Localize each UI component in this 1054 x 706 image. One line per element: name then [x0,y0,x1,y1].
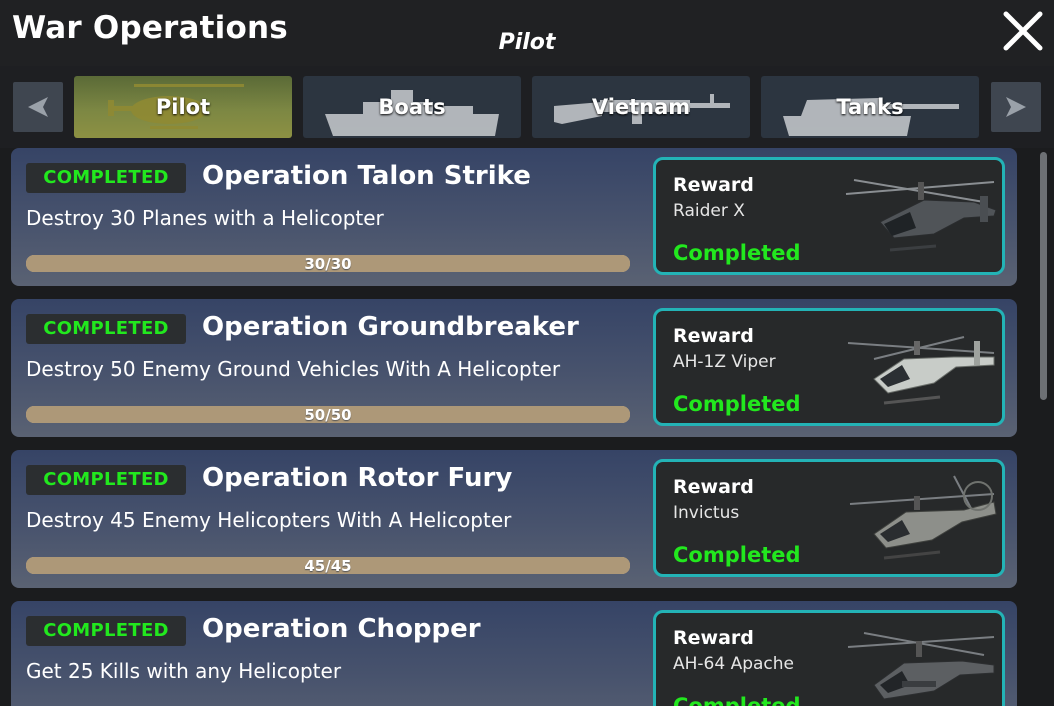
reward-box[interactable]: Reward Raider X Completed [653,157,1005,275]
operation-card: COMPLETED Operation Rotor Fury Destroy 4… [11,450,1017,588]
status-badge: COMPLETED [26,465,186,495]
tab-vietnam[interactable]: Vietnam [532,76,750,138]
reward-name: Invictus [673,503,740,523]
progress-bar: 45/45 [26,557,630,574]
helicopter-icon [847,632,995,700]
reward-label: Reward [673,476,754,498]
reward-status: Completed [673,241,801,265]
tab-tanks[interactable]: Tanks [761,76,979,138]
tab-label: Vietnam [591,95,691,119]
tabs-next-button[interactable] [991,82,1041,132]
tab-pilot[interactable]: Pilot [74,76,292,138]
operation-card: COMPLETED Operation Talon Strike Destroy… [11,148,1017,286]
operation-description: Destroy 30 Planes with a Helicopter [26,206,384,230]
helicopter-icon [847,336,995,405]
arrow-left-icon [28,97,48,117]
operation-title: Operation Rotor Fury [202,463,513,493]
reward-status: Completed [673,392,801,416]
reward-box[interactable]: Reward Invictus Completed [653,459,1005,577]
reward-box[interactable]: Reward AH-64 Apache Completed [653,610,1005,706]
close-icon [1003,11,1043,51]
tab-label: Boats [378,95,446,119]
operations-list[interactable]: COMPLETED Operation Talon Strike Destroy… [0,148,1030,706]
operation-description: Destroy 45 Enemy Helicopters With A Heli… [26,508,512,532]
progress-bar: 30/30 [26,255,630,272]
operation-title: Operation Talon Strike [202,161,531,191]
operation-description: Destroy 50 Enemy Ground Vehicles With A … [26,357,561,381]
status-badge: COMPLETED [26,314,186,344]
reward-label: Reward [673,325,754,347]
reward-name: AH-1Z Viper [673,352,776,372]
reward-name: Raider X [673,201,745,221]
helicopter-icon [845,179,997,252]
reward-label: Reward [673,627,754,649]
operation-card: COMPLETED Operation Groundbreaker Destro… [11,299,1017,437]
reward-status: Completed [673,694,801,706]
operation-card: COMPLETED Operation Chopper Get 25 Kills… [11,601,1017,706]
tab-boats[interactable]: Boats [303,76,521,138]
reward-status: Completed [673,543,801,567]
reward-label: Reward [673,174,754,196]
operation-description: Get 25 Kills with any Helicopter [26,659,342,683]
progress-text: 50/50 [304,406,352,423]
scrollbar-thumb[interactable] [1040,152,1047,400]
helicopter-icon [849,475,997,560]
arrow-right-icon [1006,97,1026,117]
progress-text: 30/30 [304,255,352,272]
operation-title: Operation Chopper [202,614,481,644]
tab-label: Pilot [155,95,211,119]
progress-bar: 50/50 [26,406,630,423]
tabs-prev-button[interactable] [13,82,63,132]
reward-name: AH-64 Apache [673,654,795,674]
status-badge: COMPLETED [26,163,186,193]
section-subtitle: Pilot [498,30,556,55]
progress-text: 45/45 [304,557,352,574]
operation-title: Operation Groundbreaker [202,312,579,342]
status-badge: COMPLETED [26,616,186,646]
close-button[interactable] [1000,8,1046,54]
tab-label: Tanks [836,95,904,119]
reward-box[interactable]: Reward AH-1Z Viper Completed [653,308,1005,426]
